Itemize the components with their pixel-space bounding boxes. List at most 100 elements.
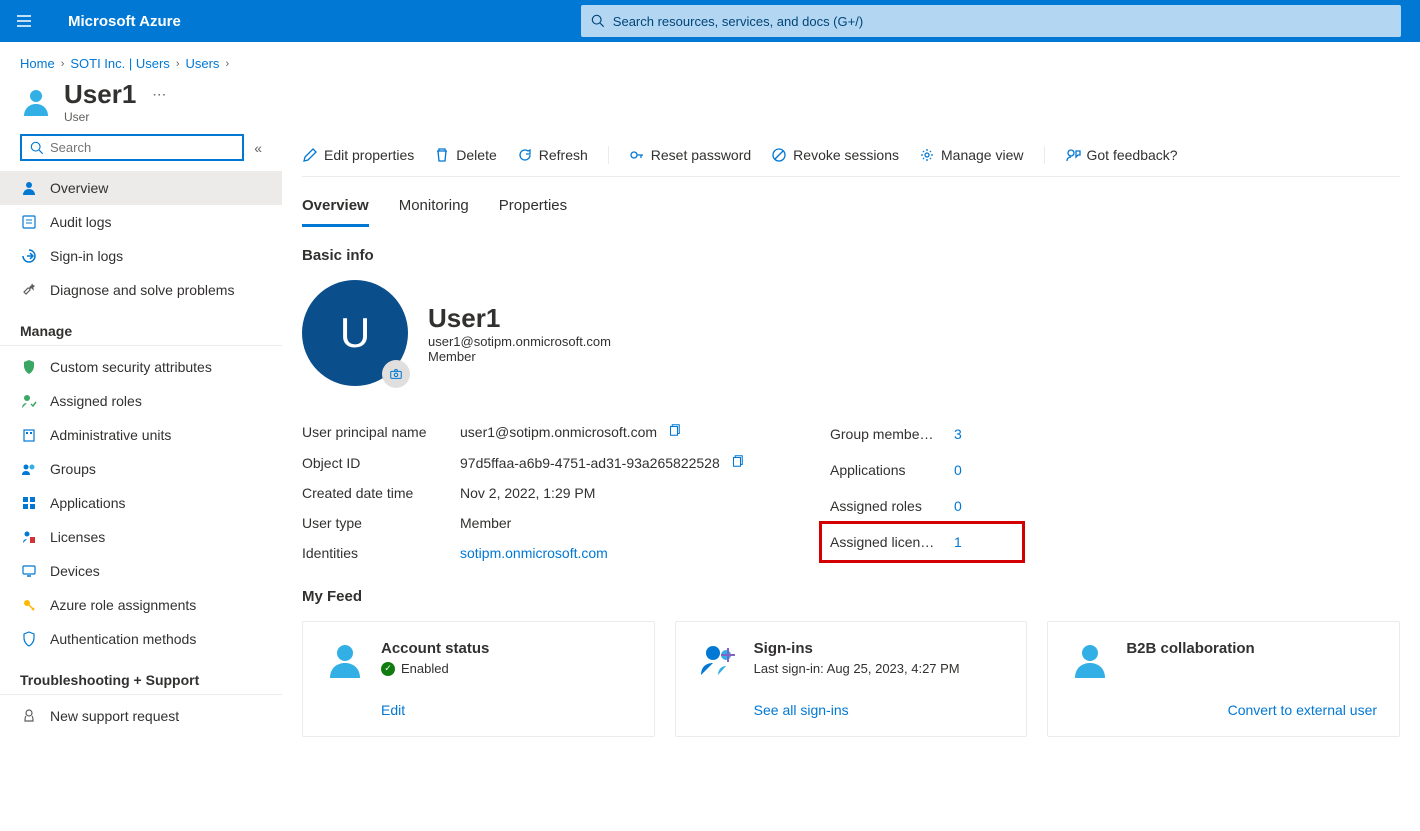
breadcrumb-soti[interactable]: SOTI Inc. | Users <box>70 56 169 71</box>
toolbar: Edit properties Delete Refresh Reset pas… <box>302 134 1400 177</box>
sidebar-item-label: Devices <box>50 563 100 579</box>
sidebar-item-devices[interactable]: Devices <box>0 554 282 588</box>
chevron-right-icon: › <box>61 58 65 70</box>
sidebar-item-azure-roles[interactable]: Azure role assignments <box>0 588 282 622</box>
hamburger-menu-icon[interactable] <box>0 12 48 30</box>
user-icon <box>20 179 38 197</box>
apps-icon <box>20 494 38 512</box>
section-my-feed: My Feed <box>302 588 1400 605</box>
page-subtitle: User <box>64 110 166 124</box>
copy-icon[interactable] <box>667 423 681 440</box>
stat-applications[interactable]: Applications0 <box>822 452 1022 488</box>
page-title: User1 <box>64 79 136 110</box>
pencil-icon <box>302 147 318 163</box>
see-signins-link[interactable]: See all sign-ins <box>754 702 849 718</box>
tab-overview[interactable]: Overview <box>302 191 369 227</box>
feed-card-signins: Sign-ins Last sign-in: Aug 25, 2023, 4:2… <box>675 621 1028 737</box>
feed-status: Enabled <box>401 661 449 676</box>
sidebar-item-overview[interactable]: Overview <box>0 171 282 205</box>
user-email: user1@sotipm.onmicrosoft.com <box>428 334 611 349</box>
refresh-icon <box>517 147 533 163</box>
identities-label: Identities <box>302 545 460 561</box>
global-search-box[interactable] <box>581 5 1401 37</box>
feedback-icon <box>1065 147 1081 163</box>
global-search-input[interactable] <box>613 14 1391 29</box>
sidebar-search-box[interactable] <box>20 134 244 161</box>
sidebar-item-custom-security[interactable]: Custom security attributes <box>0 350 282 384</box>
shield-icon <box>20 630 38 648</box>
stat-groups[interactable]: Group membe…3 <box>822 416 1022 452</box>
tabs: Overview Monitoring Properties <box>302 177 1400 227</box>
chevron-right-icon: › <box>225 58 229 70</box>
created-label: Created date time <box>302 485 460 501</box>
block-icon <box>771 147 787 163</box>
camera-icon[interactable] <box>382 360 410 388</box>
breadcrumb: Home › SOTI Inc. | Users › Users › <box>0 42 1420 79</box>
key-icon <box>629 147 645 163</box>
sidebar-item-groups[interactable]: Groups <box>0 452 282 486</box>
sidebar-item-label: Overview <box>50 180 108 196</box>
feed-row: Account status ✓Enabled Edit Sign-ins La… <box>302 621 1400 737</box>
main-content: Edit properties Delete Refresh Reset pas… <box>282 134 1420 757</box>
feed-title: Account status <box>381 640 632 657</box>
user-icon <box>1070 640 1110 680</box>
copy-icon[interactable] <box>730 454 744 471</box>
manage-view-button[interactable]: Manage view <box>919 147 1024 163</box>
sidebar-item-applications[interactable]: Applications <box>0 486 282 520</box>
feedback-button[interactable]: Got feedback? <box>1065 147 1178 163</box>
upn-value: user1@sotipm.onmicrosoft.com <box>460 424 657 440</box>
collapse-sidebar-icon[interactable]: « <box>254 140 262 156</box>
user-icon <box>20 86 52 118</box>
more-icon[interactable]: ⋯ <box>152 86 166 103</box>
feed-line: Last sign-in: Aug 25, 2023, 4:27 PM <box>754 661 1005 676</box>
wrench-icon <box>20 281 38 299</box>
sidebar-item-label: Custom security attributes <box>50 359 212 375</box>
sidebar-item-licenses[interactable]: Licenses <box>0 520 282 554</box>
user-type: Member <box>428 349 611 364</box>
sidebar-item-auth-methods[interactable]: Authentication methods <box>0 622 282 656</box>
group-icon <box>20 460 38 478</box>
tab-properties[interactable]: Properties <box>499 191 567 227</box>
feed-card-account-status: Account status ✓Enabled Edit <box>302 621 655 737</box>
separator <box>1044 146 1045 164</box>
usertype-label: User type <box>302 515 460 531</box>
user-check-icon <box>20 392 38 410</box>
license-icon <box>20 528 38 546</box>
breadcrumb-home[interactable]: Home <box>20 56 55 71</box>
chevron-right-icon: › <box>176 58 180 70</box>
edit-link[interactable]: Edit <box>381 702 405 718</box>
sidebar-item-assigned-roles[interactable]: Assigned roles <box>0 384 282 418</box>
user-icon <box>325 640 365 680</box>
stat-roles[interactable]: Assigned roles0 <box>822 488 1022 524</box>
avatar: U <box>302 280 408 386</box>
sidebar-item-support[interactable]: New support request <box>0 699 282 733</box>
page-header: User1 ⋯ User <box>0 79 1420 134</box>
sidebar-item-audit-logs[interactable]: Audit logs <box>0 205 282 239</box>
user-hero: U User1 user1@sotipm.onmicrosoft.com Mem… <box>302 280 1400 386</box>
identities-value[interactable]: sotipm.onmicrosoft.com <box>460 545 608 561</box>
sidebar-item-diagnose[interactable]: Diagnose and solve problems <box>0 273 282 307</box>
feed-title: Sign-ins <box>754 640 1005 657</box>
reset-password-button[interactable]: Reset password <box>629 147 751 163</box>
breadcrumb-users[interactable]: Users <box>185 56 219 71</box>
sidebar-item-label: New support request <box>50 708 179 724</box>
log-icon <box>20 213 38 231</box>
sidebar-search-input[interactable] <box>50 140 234 155</box>
sidebar-item-signin-logs[interactable]: Sign-in logs <box>0 239 282 273</box>
stat-licenses[interactable]: Assigned licen…1 <box>822 524 1022 560</box>
convert-link[interactable]: Convert to external user <box>1228 702 1377 718</box>
delete-button[interactable]: Delete <box>434 147 496 163</box>
refresh-button[interactable]: Refresh <box>517 147 588 163</box>
sidebar-item-label: Groups <box>50 461 96 477</box>
edit-properties-button[interactable]: Edit properties <box>302 147 414 163</box>
sidebar-item-label: Diagnose and solve problems <box>50 282 234 298</box>
building-icon <box>20 426 38 444</box>
support-icon <box>20 707 38 725</box>
usertype-value: Member <box>460 515 511 531</box>
search-icon <box>30 141 44 155</box>
revoke-sessions-button[interactable]: Revoke sessions <box>771 147 899 163</box>
top-bar: Microsoft Azure <box>0 0 1420 42</box>
sidebar-item-admin-units[interactable]: Administrative units <box>0 418 282 452</box>
section-basic-info: Basic info <box>302 247 1400 264</box>
tab-monitoring[interactable]: Monitoring <box>399 191 469 227</box>
